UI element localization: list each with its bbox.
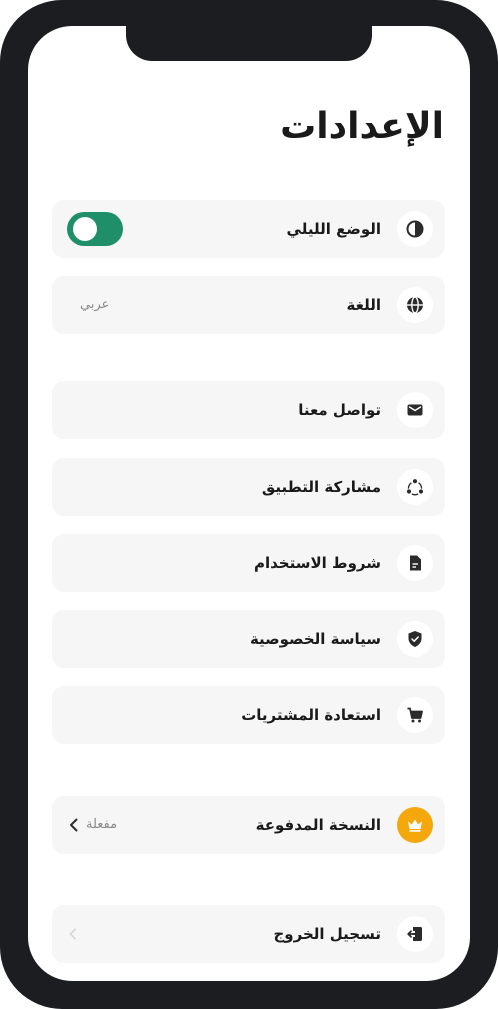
logout-icon [397,916,433,952]
privacy-label: سياسة الخصوصية [249,630,381,648]
premium-label: النسخة المدفوعة [255,816,381,834]
settings-row-contact[interactable]: تواصل معنا [52,381,445,439]
settings-row-language[interactable]: اللغة عربي [52,276,445,334]
phone-notch [126,26,372,61]
toggle-knob [73,217,97,241]
page-title: الإعدادات [280,106,444,147]
language-value: عربي [80,297,110,312]
contrast-icon [397,211,433,247]
premium-status-value: مفعلة [86,817,118,832]
globe-icon [397,287,433,323]
night-mode-toggle[interactable] [67,212,123,246]
logout-label: تسجيل الخروج [273,925,382,943]
contact-label: تواصل معنا [298,401,381,419]
crown-icon [397,807,433,843]
chevron-left-icon [70,818,78,832]
share-icon [397,469,433,505]
mail-icon [397,392,433,428]
shield-check-icon [397,621,433,657]
settings-row-terms[interactable]: شروط الاستخدام [52,534,445,592]
chevron-left-icon [69,928,77,940]
night-mode-label: الوضع الليلي [286,220,381,238]
restore-purchases-label: استعادة المشتريات [241,706,381,724]
settings-row-restore-purchases[interactable]: استعادة المشتريات [52,686,445,744]
document-icon [397,545,433,581]
settings-row-privacy[interactable]: سياسة الخصوصية [52,610,445,668]
settings-row-premium[interactable]: النسخة المدفوعة مفعلة [52,796,445,854]
settings-row-night-mode[interactable]: الوضع الليلي [52,200,445,258]
cart-icon [397,697,433,733]
settings-row-share[interactable]: مشاركة التطبيق [52,458,445,516]
settings-row-logout[interactable]: تسجيل الخروج [52,905,445,963]
share-label: مشاركة التطبيق [261,478,381,496]
language-label: اللغة [346,296,381,314]
terms-label: شروط الاستخدام [253,554,381,572]
